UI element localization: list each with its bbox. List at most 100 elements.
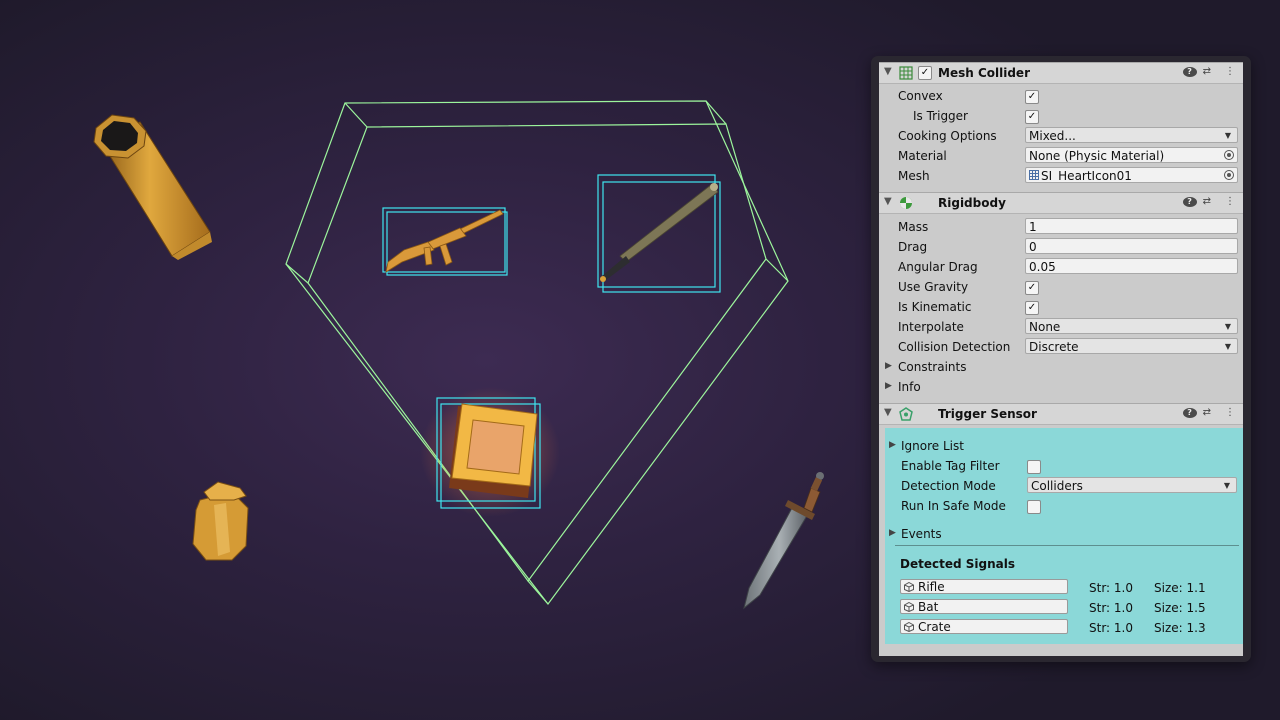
material-value: None (Physic Material) bbox=[1029, 149, 1165, 163]
rigidbody-icon bbox=[900, 197, 912, 209]
signal-row[interactable]: Bat Str: 1.0 Size: 1.5 bbox=[885, 598, 1243, 618]
info-label: Info bbox=[898, 380, 921, 394]
mesh-object-field[interactable]: SI_HeartIcon01 bbox=[1025, 167, 1238, 183]
mesh-collider-header[interactable]: ▼ ✓ Mesh Collider ? ⇄ ⋮ bbox=[879, 62, 1243, 84]
enable-tag-filter-checkbox[interactable] bbox=[1027, 460, 1041, 474]
enable-tag-filter-label: Enable Tag Filter bbox=[901, 459, 1000, 473]
is-kinematic-checkbox[interactable]: ✓ bbox=[1025, 301, 1039, 315]
trigger-sensor-title: Trigger Sensor bbox=[938, 407, 1037, 421]
events-label: Events bbox=[901, 527, 942, 541]
constraints-foldout[interactable]: ▶ Constraints bbox=[879, 357, 1243, 377]
signal-name: Bat bbox=[918, 600, 939, 614]
detection-mode-row: Detection Mode Colliders ▼ bbox=[885, 476, 1243, 496]
detected-signals-title: Detected Signals bbox=[900, 557, 1015, 571]
cooking-options-label: Cooking Options bbox=[898, 129, 997, 143]
run-in-safe-mode-checkbox[interactable] bbox=[1027, 500, 1041, 514]
presets-icon[interactable]: ⇄ bbox=[1200, 196, 1214, 207]
sword-prop[interactable] bbox=[743, 472, 824, 610]
signal-size: Size: 1.5 bbox=[1154, 601, 1206, 615]
bat-prop[interactable] bbox=[597, 174, 721, 293]
cube-icon bbox=[904, 602, 914, 612]
material-row: Material None (Physic Material) bbox=[879, 146, 1243, 166]
gold-tube-prop[interactable] bbox=[93, 114, 212, 260]
signal-object-field[interactable]: Bat bbox=[900, 599, 1068, 614]
run-in-safe-mode-row: Run In Safe Mode bbox=[885, 496, 1243, 516]
foldout-open-icon[interactable]: ▼ bbox=[884, 407, 892, 418]
rifle-prop[interactable] bbox=[382, 207, 508, 276]
signal-name: Crate bbox=[918, 620, 951, 634]
collision-detection-dropdown[interactable]: Discrete ▼ bbox=[1025, 338, 1238, 354]
signal-row[interactable]: Rifle Str: 1.0 Size: 1.1 bbox=[885, 578, 1243, 598]
interpolate-value: None bbox=[1029, 320, 1061, 334]
use-gravity-row: Use Gravity ✓ bbox=[879, 277, 1243, 297]
dropdown-arrow-icon: ▼ bbox=[1224, 342, 1231, 351]
signal-name: Rifle bbox=[918, 580, 945, 594]
mass-input[interactable]: 1 bbox=[1025, 218, 1238, 234]
signal-object-field[interactable]: Crate bbox=[900, 619, 1068, 634]
drag-row: Drag 0 bbox=[879, 237, 1243, 257]
foldout-closed-icon[interactable]: ▶ bbox=[889, 528, 896, 538]
drag-input[interactable]: 0 bbox=[1025, 238, 1238, 254]
signal-object-field[interactable]: Rifle bbox=[900, 579, 1068, 594]
interpolate-dropdown[interactable]: None ▼ bbox=[1025, 318, 1238, 334]
events-foldout[interactable]: ▶ Events bbox=[885, 524, 1243, 544]
foldout-open-icon[interactable]: ▼ bbox=[884, 66, 892, 77]
rigidbody-header[interactable]: ▼ Rigidbody ? ⇄ ⋮ bbox=[879, 192, 1243, 214]
gold-urn-prop[interactable] bbox=[192, 481, 249, 561]
convex-row: Convex ✓ bbox=[879, 86, 1243, 106]
section-divider bbox=[895, 545, 1239, 546]
help-icon[interactable]: ? bbox=[1177, 407, 1197, 418]
cooking-options-row: Cooking Options Mixed... ▼ bbox=[879, 126, 1243, 146]
cooking-options-dropdown[interactable]: Mixed... ▼ bbox=[1025, 127, 1238, 143]
help-icon[interactable]: ? bbox=[1177, 66, 1197, 77]
kebab-menu-icon[interactable]: ⋮ bbox=[1223, 66, 1237, 77]
interpolate-row: Interpolate None ▼ bbox=[879, 317, 1243, 337]
interpolate-label: Interpolate bbox=[898, 320, 964, 334]
detection-mode-value: Colliders bbox=[1031, 479, 1083, 493]
help-icon[interactable]: ? bbox=[1177, 196, 1197, 207]
angular-drag-label: Angular Drag bbox=[898, 260, 978, 274]
constraints-label: Constraints bbox=[898, 360, 967, 374]
inspector-panel: ▼ ✓ Mesh Collider ? ⇄ ⋮ Convex ✓ Is Trig… bbox=[871, 56, 1251, 662]
kebab-menu-icon[interactable]: ⋮ bbox=[1223, 407, 1237, 418]
detection-mode-label: Detection Mode bbox=[901, 479, 996, 493]
cube-icon bbox=[904, 622, 914, 632]
kebab-menu-icon[interactable]: ⋮ bbox=[1223, 196, 1237, 207]
angular-drag-row: Angular Drag 0.05 bbox=[879, 257, 1243, 277]
is-trigger-checkbox[interactable]: ✓ bbox=[1025, 110, 1039, 124]
object-picker-icon[interactable] bbox=[1224, 170, 1234, 180]
object-picker-icon[interactable] bbox=[1224, 150, 1234, 160]
detection-mode-dropdown[interactable]: Colliders ▼ bbox=[1027, 477, 1237, 493]
foldout-closed-icon[interactable]: ▶ bbox=[885, 381, 892, 391]
dropdown-arrow-icon: ▼ bbox=[1224, 131, 1231, 140]
signal-row[interactable]: Crate Str: 1.0 Size: 1.3 bbox=[885, 618, 1243, 638]
crate-prop[interactable] bbox=[420, 387, 560, 517]
use-gravity-label: Use Gravity bbox=[898, 280, 969, 294]
presets-icon[interactable]: ⇄ bbox=[1200, 66, 1214, 77]
cube-icon bbox=[904, 582, 914, 592]
collision-detection-label: Collision Detection bbox=[898, 340, 1011, 354]
rigidbody-title: Rigidbody bbox=[938, 196, 1006, 210]
convex-checkbox[interactable]: ✓ bbox=[1025, 90, 1039, 104]
presets-icon[interactable]: ⇄ bbox=[1200, 407, 1214, 418]
trigger-sensor-header[interactable]: ▼ Trigger Sensor ? ⇄ ⋮ bbox=[879, 403, 1243, 425]
foldout-closed-icon[interactable]: ▶ bbox=[889, 440, 896, 450]
material-label: Material bbox=[898, 149, 947, 163]
is-trigger-label: Is Trigger bbox=[913, 109, 968, 123]
ignore-list-label: Ignore List bbox=[901, 439, 964, 453]
mass-row: Mass 1 bbox=[879, 217, 1243, 237]
mesh-label: Mesh bbox=[898, 169, 930, 183]
is-kinematic-label: Is Kinematic bbox=[898, 300, 972, 314]
foldout-open-icon[interactable]: ▼ bbox=[884, 196, 892, 207]
foldout-closed-icon[interactable]: ▶ bbox=[885, 361, 892, 371]
sensor-icon bbox=[899, 407, 913, 421]
info-foldout[interactable]: ▶ Info bbox=[879, 377, 1243, 397]
use-gravity-checkbox[interactable]: ✓ bbox=[1025, 281, 1039, 295]
mesh-collider-icon bbox=[899, 66, 913, 80]
ignore-list-foldout[interactable]: ▶ Ignore List bbox=[885, 436, 1243, 456]
angular-drag-input[interactable]: 0.05 bbox=[1025, 258, 1238, 274]
mass-label: Mass bbox=[898, 220, 929, 234]
material-object-field[interactable]: None (Physic Material) bbox=[1025, 147, 1238, 163]
signal-strength: Str: 1.0 bbox=[1089, 621, 1133, 635]
mesh-collider-enable-checkbox[interactable]: ✓ bbox=[918, 66, 932, 80]
